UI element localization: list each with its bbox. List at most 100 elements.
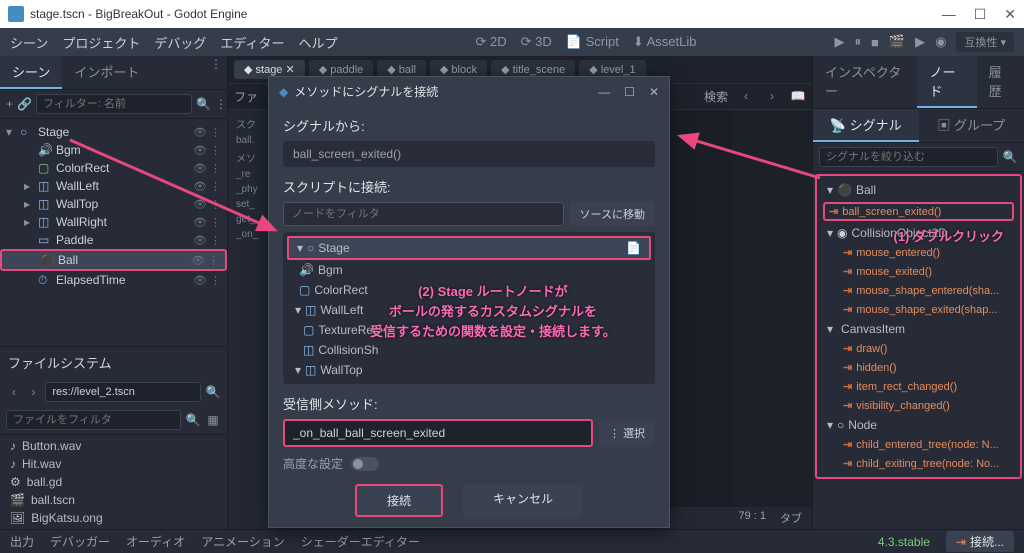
scene-filter-input[interactable]: [36, 94, 192, 114]
fs-item[interactable]: ⚙ball.gd: [0, 473, 227, 491]
goto-source-button[interactable]: ソースに移動: [570, 202, 655, 226]
signal-group-collisionobject2d[interactable]: ▾◉ CollisionObject2D: [817, 223, 1020, 243]
signal-mouse_entered[interactable]: ⇥ mouse_entered(): [817, 243, 1020, 262]
dialog-maximize-icon[interactable]: ☐: [624, 85, 635, 99]
subtab-groups[interactable]: ▣ グループ: [919, 109, 1024, 142]
signal-mouse_shape_enteredsha[interactable]: ⇥ mouse_shape_entered(sha...: [817, 281, 1020, 300]
signal-mouse_exited[interactable]: ⇥ mouse_exited(): [817, 262, 1020, 281]
pause-icon[interactable]: ⏸: [855, 34, 862, 50]
mode-script[interactable]: 📄 Script: [566, 34, 619, 50]
dialog-close-icon[interactable]: ✕: [649, 85, 659, 99]
signal-filter[interactable]: [819, 147, 998, 167]
minimap[interactable]: [732, 110, 812, 529]
fs-item[interactable]: ♪Button.wav: [0, 437, 227, 455]
tab-import[interactable]: インポート: [62, 56, 151, 89]
dialog-node-colorrect[interactable]: ▢ ColorRect: [283, 280, 655, 300]
bottom-audio[interactable]: オーディオ: [126, 533, 185, 550]
search-icon[interactable]: 🔍: [205, 384, 221, 400]
menu-scene[interactable]: シーン: [10, 33, 48, 52]
receiver-method-input[interactable]: [283, 419, 593, 447]
scene-node-elapsedtime[interactable]: ⏱ ElapsedTime👁 ⋮: [0, 271, 227, 289]
maximize-icon[interactable]: ☐: [974, 6, 987, 23]
nav-back-icon[interactable]: ‹: [6, 384, 22, 400]
mode-2d[interactable]: ⟳ 2D: [476, 34, 507, 50]
search-icon[interactable]: 🔍: [196, 96, 211, 112]
scene-node-walltop[interactable]: ▸◫ WallTop👁 ⋮: [0, 195, 227, 213]
nav-fwd-icon[interactable]: ›: [26, 384, 42, 400]
add-node-icon[interactable]: +: [6, 96, 13, 112]
dialog-node-stage[interactable]: ▾○ Stage📄: [287, 236, 651, 260]
connect-signal-bottom-button[interactable]: ⇥接続...: [946, 531, 1014, 552]
signal-group-canvasitem[interactable]: ▾ CanvasItem: [817, 319, 1020, 339]
mode-assetlib[interactable]: ⬇ AssetLib: [633, 34, 697, 50]
signal-item_rect_changed[interactable]: ⇥ item_rect_changed(): [817, 377, 1020, 396]
search-action[interactable]: 検索: [704, 88, 728, 105]
bottom-shader[interactable]: シェーダーエディター: [301, 533, 420, 550]
signal-mouse_shape_exitedshap[interactable]: ⇥ mouse_shape_exited(shap...: [817, 300, 1020, 319]
fs-item[interactable]: 🖼BigKatsu.ong: [0, 509, 227, 527]
play-scene-icon[interactable]: 🎬: [889, 34, 905, 50]
signal-group-ball[interactable]: ▾⚫ Ball: [817, 180, 1020, 200]
select-method-button[interactable]: ⋮ 選択: [599, 421, 655, 445]
tab-inspector[interactable]: インスペクター: [813, 56, 917, 108]
dialog-node-filter[interactable]: [283, 202, 564, 226]
signal-child_entered_treenodeN[interactable]: ⇥ child_entered_tree(node: N...: [817, 435, 1020, 454]
search-icon[interactable]: 🔍: [1002, 149, 1018, 165]
more-icon[interactable]: ⋮: [215, 96, 227, 112]
grid-icon[interactable]: ▦: [205, 412, 221, 428]
menu-help[interactable]: ヘルプ: [298, 33, 337, 52]
minimize-icon[interactable]: —: [942, 6, 956, 23]
dialog-node-wallleft[interactable]: ▾◫ WallLeft: [283, 300, 655, 320]
menu-debug[interactable]: デバッグ: [154, 33, 206, 52]
stop-icon[interactable]: ■: [871, 35, 879, 50]
scene-node-stage[interactable]: ▾○ Stage👁 ⋮: [0, 123, 227, 141]
signal-group-node[interactable]: ▾○ Node: [817, 415, 1020, 435]
dialog-node-walltop[interactable]: ▾◫ WallTop: [283, 360, 655, 380]
bottom-animation[interactable]: アニメーション: [201, 533, 285, 550]
cancel-button[interactable]: キャンセル: [463, 484, 583, 517]
fs-item[interactable]: 🎬ball.tscn: [0, 491, 227, 509]
bottom-debugger[interactable]: デバッガー: [50, 533, 110, 550]
menu-project[interactable]: プロジェクト: [62, 33, 140, 52]
scene-node-bgm[interactable]: 🔊 Bgm👁 ⋮: [0, 141, 227, 159]
nav-fwd-icon[interactable]: ›: [764, 88, 780, 104]
signal-visibility_changed[interactable]: ⇥ visibility_changed(): [817, 396, 1020, 415]
menu-editor[interactable]: エディター: [220, 33, 284, 52]
indent-mode[interactable]: タブ: [780, 510, 802, 526]
movie-icon[interactable]: ◉: [935, 34, 946, 50]
script-menu-file[interactable]: ファ: [234, 88, 258, 105]
dock-options-icon[interactable]: ⋮: [211, 56, 227, 72]
signal-draw[interactable]: ⇥ draw(): [817, 339, 1020, 358]
mode-3d[interactable]: ⟳ 3D: [521, 34, 552, 50]
tab-node[interactable]: ノード: [917, 56, 976, 108]
link-icon[interactable]: 🔗: [17, 96, 32, 112]
nav-back-icon[interactable]: ‹: [738, 88, 754, 104]
search-icon[interactable]: 🔍: [185, 412, 201, 428]
scene-node-paddle[interactable]: ▭ Paddle👁 ⋮: [0, 231, 227, 249]
connect-button[interactable]: 接続: [355, 484, 443, 517]
dialog-node-bgm[interactable]: 🔊 Bgm: [283, 260, 655, 280]
close-icon[interactable]: ✕: [1004, 6, 1016, 23]
scene-node-wallright[interactable]: ▸◫ WallRight👁 ⋮: [0, 213, 227, 231]
dialog-node-texturerec[interactable]: ▢ TextureRec: [283, 320, 655, 340]
online-docs-icon[interactable]: 📖: [790, 88, 806, 104]
scene-node-wallleft[interactable]: ▸◫ WallLeft👁 ⋮: [0, 177, 227, 195]
filesystem-filter[interactable]: [6, 410, 181, 430]
tab-history[interactable]: 履歴: [977, 56, 1024, 108]
play-custom-icon[interactable]: ▶: [915, 34, 925, 50]
subtab-signals[interactable]: 📡 シグナル: [813, 109, 919, 142]
tab-scene[interactable]: シーン: [0, 56, 62, 89]
advanced-toggle[interactable]: [351, 457, 379, 471]
bottom-output[interactable]: 出力: [10, 533, 34, 550]
filesystem-path[interactable]: [45, 382, 201, 402]
scene-node-colorrect[interactable]: ▢ ColorRect👁 ⋮: [0, 159, 227, 177]
signal-ball_screen_exited[interactable]: ⇥ ball_screen_exited(): [823, 202, 1014, 221]
signal-hidden[interactable]: ⇥ hidden(): [817, 358, 1020, 377]
signal-child_exiting_treenodeNo[interactable]: ⇥ child_exiting_tree(node: No...: [817, 454, 1020, 473]
scene-node-ball[interactable]: ⚫ Ball👁 ⋮: [0, 249, 227, 271]
fs-item[interactable]: ♪Hit.wav: [0, 455, 227, 473]
play-icon[interactable]: ▶: [835, 34, 845, 50]
dialog-node-collisionsh[interactable]: ◫ CollisionSh: [283, 340, 655, 360]
renderer-select[interactable]: 互換性 ▾: [956, 32, 1014, 52]
dialog-minimize-icon[interactable]: —: [598, 85, 610, 99]
